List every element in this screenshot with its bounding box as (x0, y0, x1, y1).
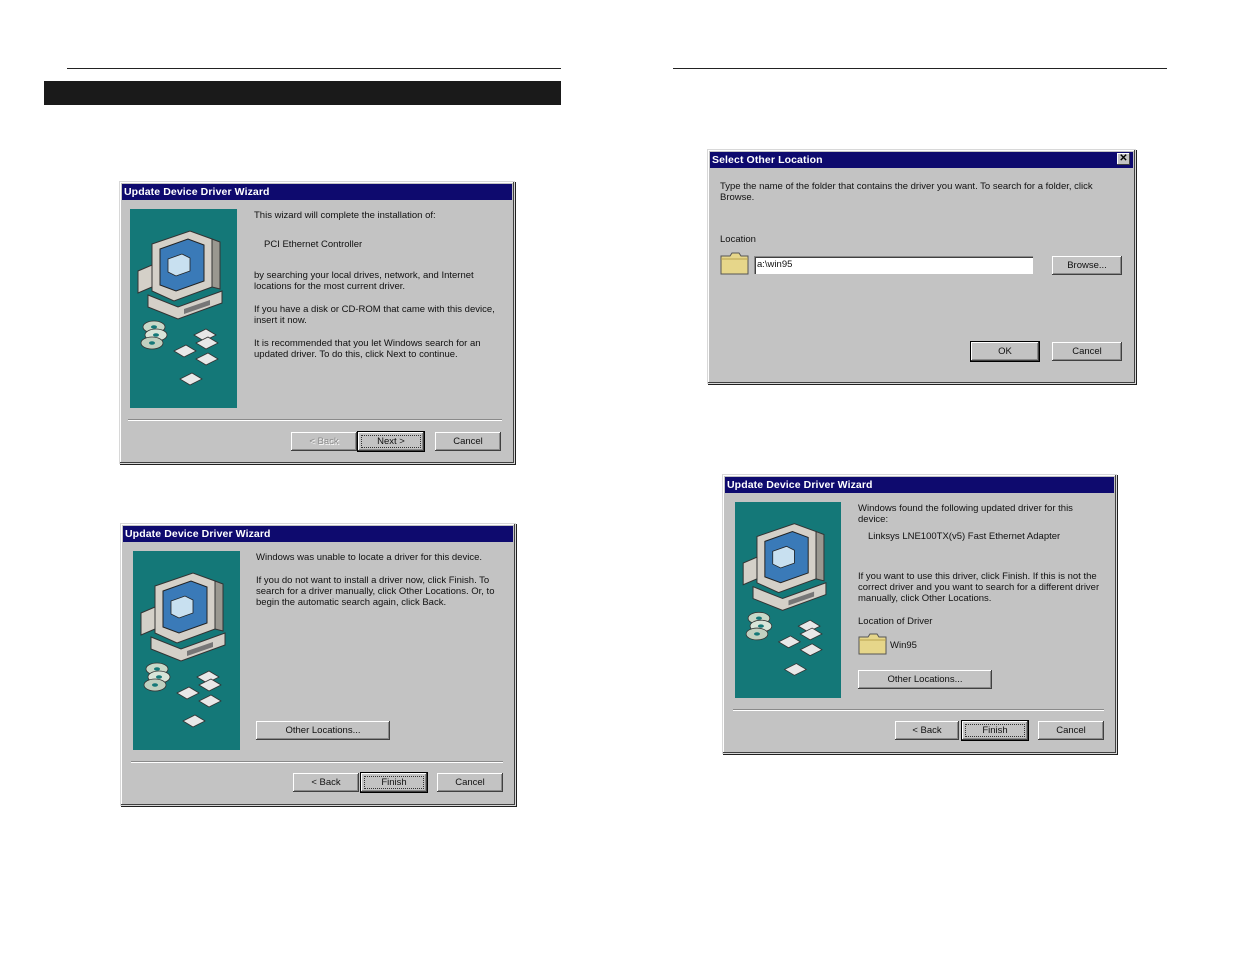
section-header-bar (44, 81, 561, 105)
intro-text: This wizard will complete the installati… (254, 210, 436, 221)
floppy-disk-icon (176, 670, 222, 728)
finish-button[interactable]: Finish (961, 720, 1029, 741)
folder-icon (858, 633, 887, 655)
monitor (756, 523, 825, 594)
page-rule-right (673, 68, 1167, 69)
browse-button[interactable]: Browse... (1052, 256, 1122, 275)
wizard-dialog-3: Update Device Driver Wizard Windows foun… (722, 474, 1117, 754)
wizard-title: Update Device Driver Wizard (123, 526, 513, 542)
back-button[interactable]: < Back (293, 773, 359, 792)
wizard-title: Update Device Driver Wizard (725, 477, 1114, 493)
button-separator (733, 709, 1104, 711)
cancel-button[interactable]: Cancel (437, 773, 503, 792)
recommend-text: It is recommended that you let Windows s… (254, 338, 481, 360)
device-name: Linksys LNE100TX(v5) Fast Ethernet Adapt… (868, 531, 1061, 542)
folder-name: Win95 (890, 640, 917, 651)
computer-icon (742, 523, 827, 676)
page-rule-left (67, 68, 561, 69)
cancel-button[interactable]: Cancel (1038, 721, 1104, 740)
finish-button[interactable]: Finish (360, 772, 428, 793)
button-separator (128, 419, 502, 421)
ok-button-label: OK (998, 346, 1012, 357)
next-button[interactable]: Next > (357, 431, 425, 452)
location-of-driver-label: Location of Driver (858, 616, 933, 627)
wizard-illustration (735, 502, 841, 698)
floppy-disk-icon (777, 619, 823, 676)
monitor (154, 572, 224, 644)
dialog-title: Select Other Location ✕ (710, 152, 1133, 168)
cancel-button[interactable]: Cancel (435, 432, 501, 451)
computer-icon (140, 572, 226, 728)
device-name: PCI Ethernet Controller (264, 239, 363, 250)
select-location-dialog: Select Other Location ✕ Type the name of… (707, 149, 1136, 384)
location-label: Location (720, 234, 756, 245)
wizard-illustration (130, 209, 237, 408)
floppy-disk-icon (173, 328, 219, 386)
back-button[interactable]: < Back (291, 432, 357, 451)
wizard-dialog-1: Update Device Driver Wizard This wizard … (119, 181, 515, 464)
found-text: Windows found the following updated driv… (858, 503, 1073, 525)
wizard-title: Update Device Driver Wizard (122, 184, 512, 200)
button-separator (131, 761, 503, 763)
other-locations-button[interactable]: Other Locations... (256, 721, 390, 740)
cd-icon (143, 662, 171, 692)
other-locations-button[interactable]: Other Locations... (858, 670, 992, 689)
cd-icon (140, 320, 168, 350)
search-text: by searching your local drives, network,… (254, 270, 474, 292)
computer-icon (137, 230, 223, 386)
close-icon[interactable]: ✕ (1117, 153, 1130, 165)
disk-text: If you have a disk or CD-ROM that came w… (254, 304, 495, 326)
instructions-text: If you do not want to install a driver n… (256, 575, 495, 608)
cancel-button[interactable]: Cancel (1052, 342, 1122, 361)
wizard-dialog-2: Update Device Driver Wizard Windows was … (120, 523, 516, 806)
back-button[interactable]: < Back (895, 721, 959, 740)
use-driver-text: If you want to use this driver, click Fi… (858, 571, 1100, 604)
instructions-text: Type the name of the folder that contain… (720, 181, 1093, 203)
unable-text: Windows was unable to locate a driver fo… (256, 552, 482, 563)
wizard-illustration (133, 551, 240, 750)
cd-icon (745, 611, 773, 641)
folder-icon (720, 252, 749, 275)
dialog-title-text: Select Other Location (712, 154, 823, 166)
location-input[interactable]: a:\win95 (754, 256, 1033, 274)
monitor (151, 230, 221, 302)
ok-button[interactable]: OK (970, 341, 1040, 362)
